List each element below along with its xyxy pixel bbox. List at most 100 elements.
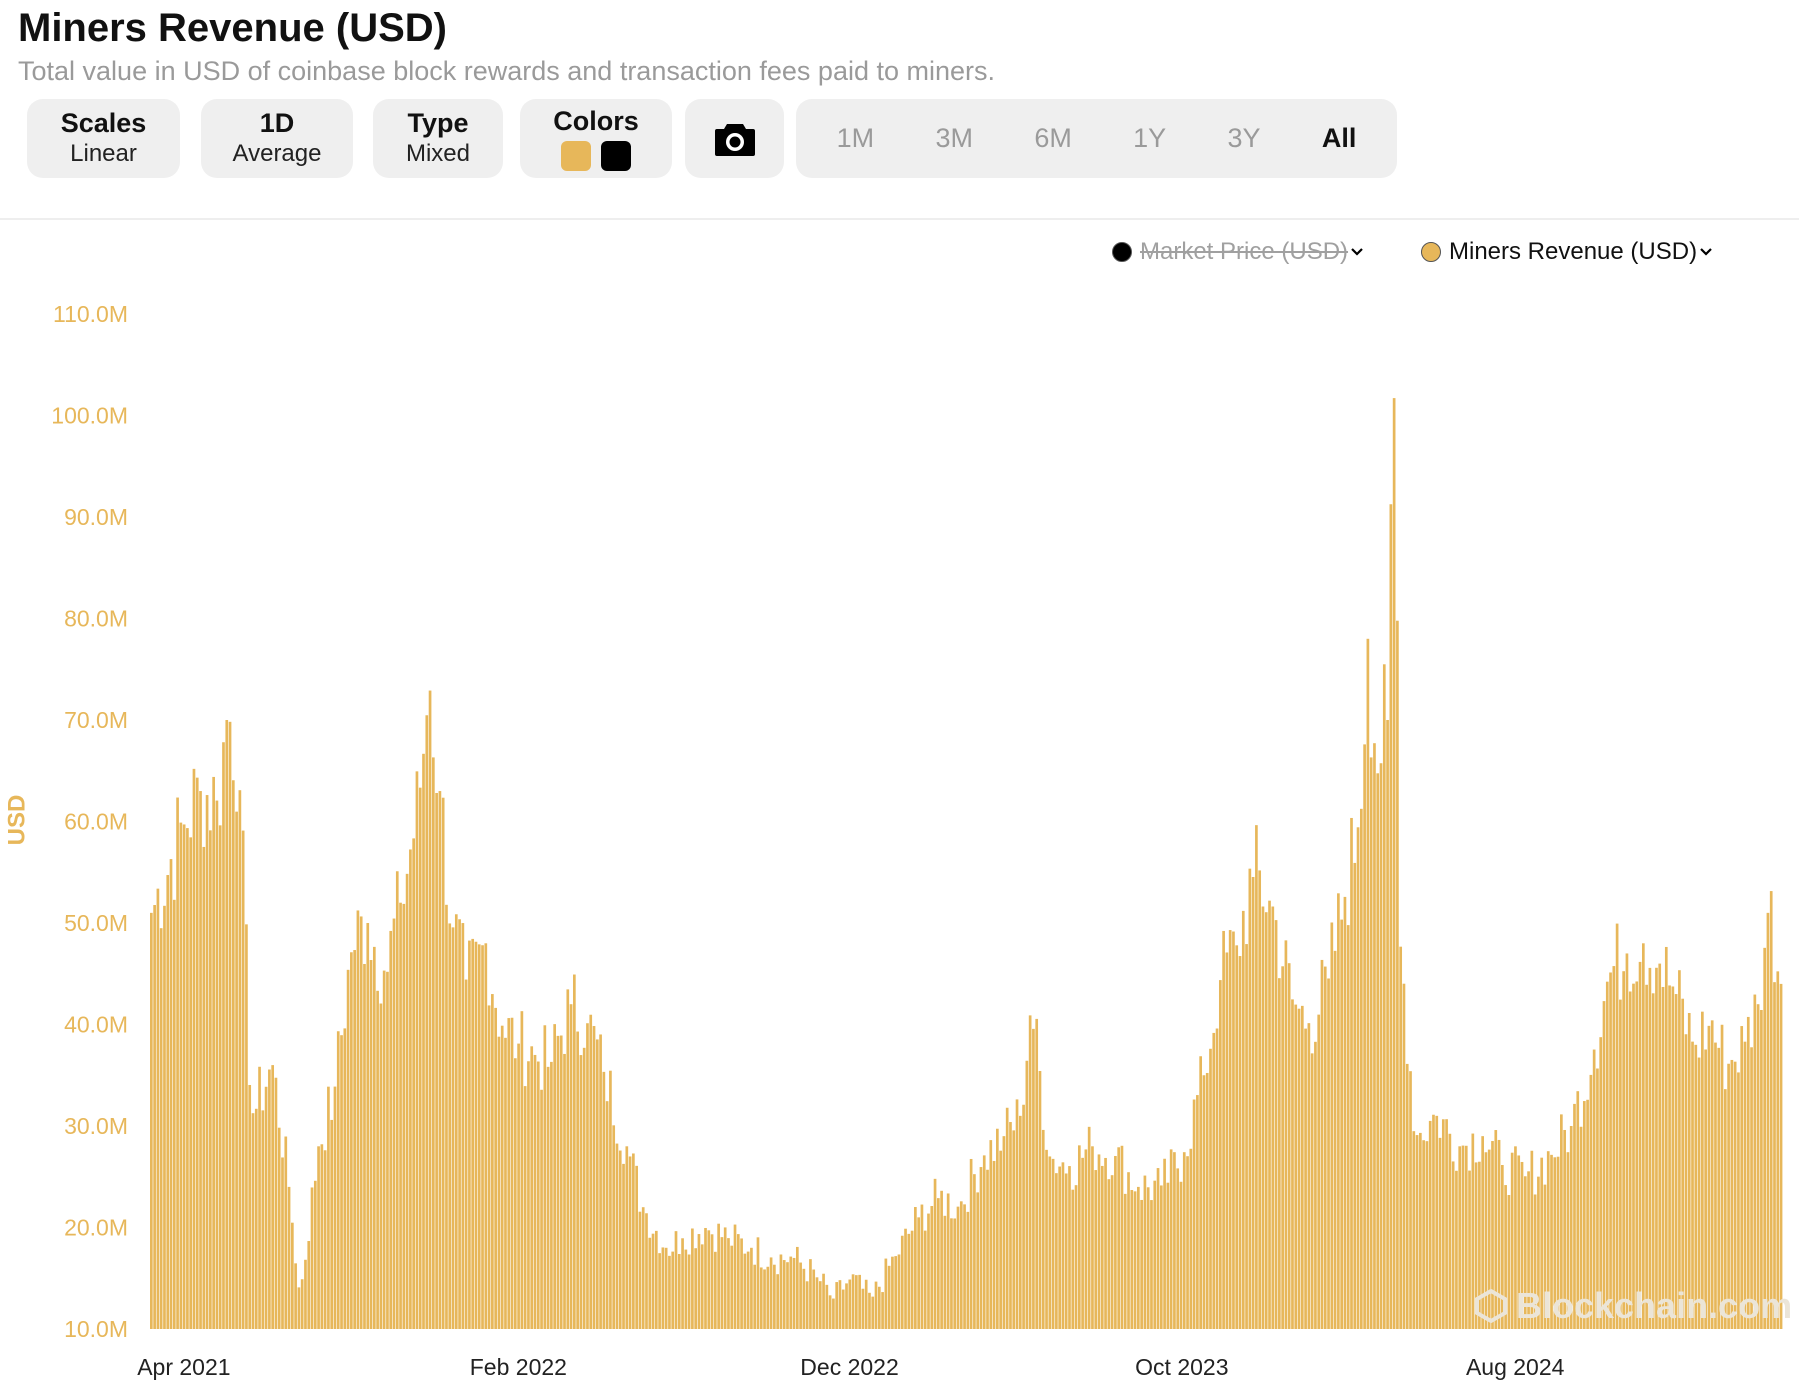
range-1m[interactable]: 1M	[837, 123, 875, 154]
revenue-bar	[1192, 1099, 1196, 1329]
revenue-bar	[877, 1286, 881, 1329]
revenue-bar	[1209, 1048, 1212, 1329]
interval-label: 1D	[259, 108, 295, 138]
blockchain-logo-icon	[1475, 1289, 1507, 1323]
revenue-bar	[510, 1017, 514, 1329]
revenue-bar	[1028, 1015, 1032, 1329]
revenue-bar	[730, 1245, 734, 1329]
revenue-bar	[415, 771, 419, 1329]
revenue-bar	[487, 1005, 491, 1329]
revenue-bar	[1602, 1001, 1606, 1329]
interval-button[interactable]: 1D Average	[201, 99, 353, 178]
revenue-bar	[1740, 1026, 1744, 1329]
revenue-bar	[1455, 1170, 1458, 1329]
range-3y[interactable]: 3Y	[1227, 123, 1260, 154]
revenue-bar	[818, 1281, 822, 1329]
revenue-bar	[1399, 946, 1403, 1329]
y-tick-label: 110.0M	[53, 301, 128, 327]
revenue-bar	[1350, 817, 1353, 1329]
revenue-bar	[1117, 1147, 1121, 1329]
revenue-bar	[1074, 1185, 1078, 1329]
revenue-bar	[369, 960, 373, 1329]
revenue-bar	[923, 1230, 927, 1329]
revenue-bar	[976, 1192, 980, 1329]
revenue-bar	[1137, 1186, 1140, 1329]
scales-value: Linear	[70, 140, 137, 167]
screenshot-button[interactable]	[685, 99, 784, 178]
revenue-bar	[540, 1089, 543, 1329]
revenue-bar	[979, 1167, 983, 1329]
revenue-bar	[1255, 825, 1258, 1329]
revenue-bar	[930, 1206, 934, 1329]
color-swatch-primary[interactable]	[561, 141, 591, 171]
revenue-bar	[704, 1227, 707, 1329]
revenue-bar	[815, 1277, 819, 1329]
revenue-bar	[438, 791, 442, 1329]
revenue-bar	[1773, 982, 1776, 1329]
revenue-bar	[1212, 1032, 1216, 1329]
revenue-bar	[1687, 1012, 1691, 1329]
revenue-bar	[172, 899, 176, 1329]
revenue-bar	[1215, 1028, 1219, 1329]
revenue-bar	[1032, 1028, 1035, 1329]
revenue-bar	[323, 1150, 327, 1329]
revenue-bar	[474, 941, 478, 1329]
revenue-bar	[356, 910, 360, 1329]
revenue-bar	[1671, 986, 1675, 1329]
range-all[interactable]: All	[1322, 123, 1357, 154]
chevron-down-icon[interactable]	[1699, 245, 1713, 259]
revenue-bar	[677, 1254, 681, 1329]
revenue-bar	[235, 811, 238, 1329]
revenue-bar	[959, 1201, 963, 1329]
revenue-bar	[504, 1037, 507, 1329]
revenue-bar	[445, 904, 448, 1329]
revenue-bar	[1415, 1135, 1419, 1329]
revenue-bar	[684, 1249, 688, 1329]
revenue-bar	[441, 797, 445, 1329]
revenue-bar	[576, 1031, 579, 1329]
revenue-bar	[366, 923, 370, 1329]
revenue-bar	[225, 720, 229, 1329]
revenue-bar	[1084, 1149, 1088, 1329]
revenue-bar	[1392, 398, 1396, 1330]
revenue-bar	[759, 1267, 763, 1329]
x-tick-label: Feb 2022	[470, 1354, 567, 1380]
revenue-bar	[412, 838, 416, 1329]
revenue-bar	[1094, 1170, 1098, 1329]
revenue-bar	[1435, 1115, 1439, 1329]
type-button[interactable]: Type Mixed	[373, 99, 503, 178]
revenue-bar	[1061, 1162, 1065, 1329]
revenue-bar	[1068, 1166, 1071, 1329]
revenue-bar	[668, 1255, 671, 1329]
revenue-bar	[779, 1254, 783, 1329]
colors-button[interactable]: Colors	[520, 99, 672, 178]
revenue-bar	[553, 1024, 557, 1329]
revenue-bar	[1340, 919, 1343, 1329]
range-3m[interactable]: 3M	[935, 123, 973, 154]
range-6m[interactable]: 6M	[1034, 123, 1072, 154]
revenue-bar	[641, 1207, 645, 1329]
revenue-bar	[284, 1136, 288, 1329]
chevron-down-icon[interactable]	[1350, 245, 1364, 259]
revenue-bar	[333, 1086, 337, 1329]
revenue-bar	[372, 946, 376, 1329]
revenue-bar	[848, 1279, 852, 1329]
revenue-bar	[822, 1273, 825, 1329]
revenue-bar	[1228, 930, 1232, 1329]
revenue-bar	[1258, 870, 1262, 1329]
revenue-bar	[897, 1254, 901, 1329]
color-swatch-secondary[interactable]	[601, 141, 631, 171]
revenue-bar	[215, 800, 219, 1329]
range-1y[interactable]: 1Y	[1133, 123, 1166, 154]
revenue-bar	[543, 1025, 547, 1329]
x-tick-label: Oct 2023	[1135, 1354, 1228, 1380]
revenue-bar	[727, 1238, 730, 1329]
revenue-bar	[900, 1235, 904, 1329]
revenue-bar	[1615, 923, 1619, 1329]
revenue-bar	[1779, 983, 1783, 1329]
scales-button[interactable]: Scales Linear	[27, 99, 180, 178]
revenue-bar	[156, 888, 160, 1329]
revenue-bar	[1337, 893, 1340, 1329]
revenue-bar	[654, 1230, 658, 1329]
revenue-bar	[182, 824, 186, 1329]
